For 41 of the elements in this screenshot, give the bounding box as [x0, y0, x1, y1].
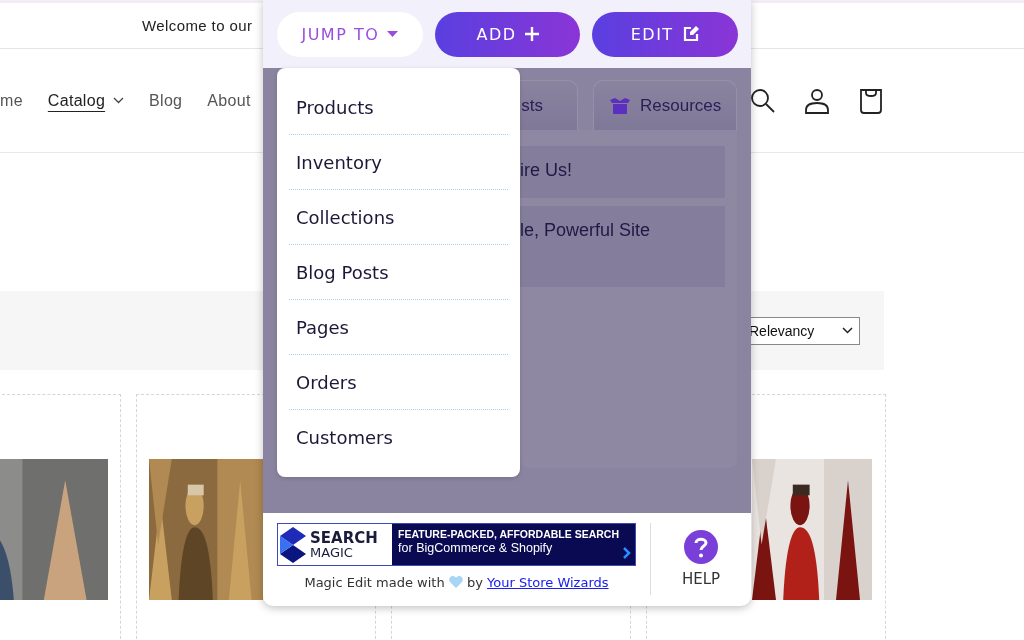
jump-to-button[interactable]: JUMP TO — [277, 11, 423, 57]
menu-item[interactable]: Products — [289, 80, 508, 135]
announcement-text: Welcome to our — [142, 17, 253, 34]
search-magic-banner[interactable]: SEARCH MAGIC FEATURE-PACKED, AFFORDABLE SEARCH for BigCommerce & Shopify — [277, 523, 636, 566]
help-label[interactable]: HELP — [681, 570, 721, 588]
panel-tab[interactable]: Resources — [593, 80, 737, 130]
shopping-bag-icon[interactable] — [858, 87, 884, 114]
menu-item[interactable]: Orders — [289, 355, 508, 410]
resource-link[interactable]: ire Us! — [520, 146, 725, 198]
brand-text: MAGIC — [310, 545, 354, 559]
nav-link[interactable]: me — [0, 91, 23, 110]
chevron-down-icon — [842, 327, 853, 334]
menu-item[interactable]: Pages — [289, 300, 508, 355]
help-icon[interactable] — [684, 530, 718, 564]
sort-select[interactable]: Relevancy — [748, 316, 860, 345]
account-icon[interactable] — [804, 87, 830, 114]
banner-subline: for BigCommerce & Shopify — [398, 541, 553, 557]
menu-item[interactable]: Blog Posts — [289, 245, 508, 300]
chevron-right-icon — [623, 547, 631, 559]
brand-text: SEARCH — [310, 530, 378, 546]
nav-link[interactable]: Blog — [149, 91, 183, 110]
chevron-down-icon — [113, 97, 125, 104]
box-icon — [610, 97, 630, 114]
panel-tab[interactable]: sts — [520, 80, 578, 130]
nav-link[interactable]: Catalog — [47, 91, 125, 110]
menu-item[interactable]: Inventory — [289, 135, 508, 190]
nav-link[interactable]: About — [207, 91, 251, 110]
heart-icon — [448, 576, 463, 588]
logo-icon — [280, 526, 306, 563]
plus-icon — [524, 27, 539, 41]
edit-button[interactable]: EDIT — [592, 11, 738, 57]
credit-text: Magic Edit made with by Your Store Wizards — [304, 575, 609, 590]
menu-item[interactable]: Collections — [289, 190, 508, 245]
store-wizards-link[interactable]: Your Store Wizards — [487, 575, 609, 590]
add-button[interactable]: ADD — [434, 11, 581, 57]
caret-icon — [387, 30, 399, 38]
menu-item[interactable]: Customers — [289, 410, 508, 465]
resource-link[interactable]: le, Powerful Site — [520, 206, 725, 287]
banner-headline: FEATURE-PACKED, AFFORDABLE SEARCH — [398, 528, 619, 542]
edit-icon — [681, 25, 700, 43]
search-icon[interactable] — [750, 87, 776, 114]
